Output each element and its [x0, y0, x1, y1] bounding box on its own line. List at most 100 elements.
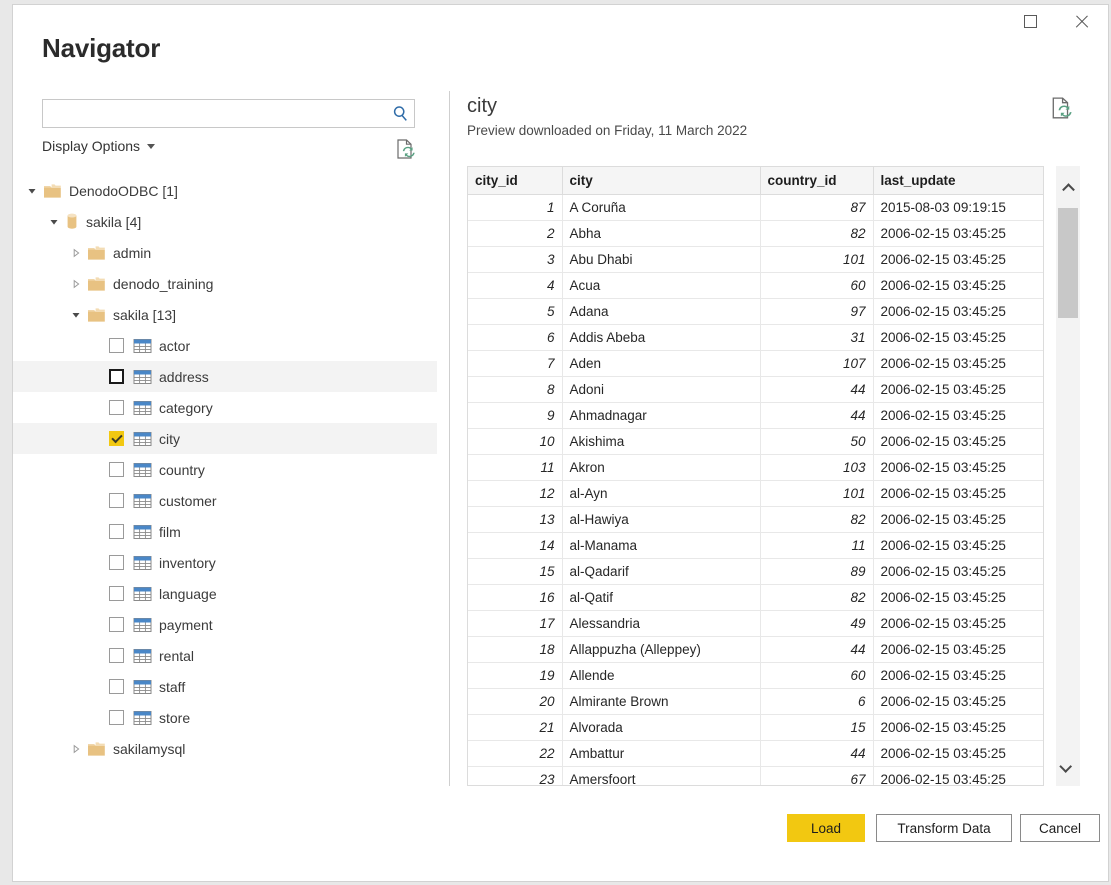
- tree-item-checkbox[interactable]: [109, 369, 124, 384]
- table-row[interactable]: 1A Coruña872015-08-03 09:19:15: [468, 194, 1043, 220]
- table-row[interactable]: 20Almirante Brown62006-02-15 03:45:25: [468, 688, 1043, 714]
- tree-item-denodoodbc[interactable]: DenodoODBC [1]: [13, 175, 437, 206]
- search-input[interactable]: [43, 100, 386, 127]
- tree-item-payment[interactable]: payment: [13, 609, 437, 640]
- table-row[interactable]: 17Alessandria492006-02-15 03:45:25: [468, 610, 1043, 636]
- table-icon: [133, 400, 152, 416]
- table-row[interactable]: 7Aden1072006-02-15 03:45:25: [468, 350, 1043, 376]
- tree-item-admin[interactable]: admin: [13, 237, 437, 268]
- table-row[interactable]: 23Amersfoort672006-02-15 03:45:25: [468, 766, 1043, 786]
- column-header-city[interactable]: city: [562, 167, 760, 194]
- table-icon: [133, 679, 152, 695]
- tree-item-label: payment: [159, 617, 213, 633]
- cell-city: Acua: [562, 272, 760, 298]
- folder-icon: [87, 276, 106, 292]
- cell-last_update: 2006-02-15 03:45:25: [873, 584, 1043, 610]
- expander-expanded-icon[interactable]: [43, 217, 65, 227]
- search-icon[interactable]: [386, 105, 414, 122]
- cell-city: Allappuzha (Alleppey): [562, 636, 760, 662]
- table-row[interactable]: 9Ahmadnagar442006-02-15 03:45:25: [468, 402, 1043, 428]
- scrollbar-thumb[interactable]: [1058, 208, 1078, 318]
- column-header-city_id[interactable]: city_id: [468, 167, 562, 194]
- tree-item-film[interactable]: film: [13, 516, 437, 547]
- tree-item-checkbox[interactable]: [109, 493, 124, 508]
- tree-item-checkbox[interactable]: [109, 710, 124, 725]
- tree-item-label: staff: [159, 679, 185, 695]
- table-icon: [133, 524, 152, 540]
- cell-city_id: 11: [468, 454, 562, 480]
- table-row[interactable]: 10Akishima502006-02-15 03:45:25: [468, 428, 1043, 454]
- tree-item-checkbox[interactable]: [109, 400, 124, 415]
- tree-item-checkbox[interactable]: [109, 524, 124, 539]
- tree-item-country[interactable]: country: [13, 454, 437, 485]
- tree-item-city[interactable]: city: [13, 423, 437, 454]
- maximize-button[interactable]: [1007, 5, 1053, 37]
- table-row[interactable]: 5Adana972006-02-15 03:45:25: [468, 298, 1043, 324]
- cancel-button[interactable]: Cancel: [1020, 814, 1100, 842]
- tree-item-customer[interactable]: customer: [13, 485, 437, 516]
- cell-city: al-Hawiya: [562, 506, 760, 532]
- tree-item-sakila[interactable]: sakila [4]: [13, 206, 437, 237]
- expander-expanded-icon[interactable]: [21, 186, 43, 196]
- tree-item-category[interactable]: category: [13, 392, 437, 423]
- table-row[interactable]: 22Ambattur442006-02-15 03:45:25: [468, 740, 1043, 766]
- table-row[interactable]: 2Abha822006-02-15 03:45:25: [468, 220, 1043, 246]
- cell-last_update: 2006-02-15 03:45:25: [873, 272, 1043, 298]
- tree-item-checkbox[interactable]: [109, 462, 124, 477]
- expander-collapsed-icon[interactable]: [65, 279, 87, 289]
- tree-item-rental[interactable]: rental: [13, 640, 437, 671]
- expander-collapsed-icon[interactable]: [65, 248, 87, 258]
- table-row[interactable]: 19Allende602006-02-15 03:45:25: [468, 662, 1043, 688]
- tree-item-inventory[interactable]: inventory: [13, 547, 437, 578]
- cell-country_id: 97: [760, 298, 873, 324]
- tree-item-checkbox[interactable]: [109, 431, 124, 446]
- tree-item-label: city: [159, 431, 180, 447]
- refresh-document-icon[interactable]: [396, 139, 415, 165]
- cell-country_id: 87: [760, 194, 873, 220]
- table-row[interactable]: 15al-Qadarif892006-02-15 03:45:25: [468, 558, 1043, 584]
- tree-item-checkbox[interactable]: [109, 586, 124, 601]
- tree-item-checkbox[interactable]: [109, 679, 124, 694]
- table-row[interactable]: 8Adoni442006-02-15 03:45:25: [468, 376, 1043, 402]
- tree-item-checkbox[interactable]: [109, 338, 124, 353]
- cell-country_id: 67: [760, 766, 873, 786]
- table-row[interactable]: 14al-Manama112006-02-15 03:45:25: [468, 532, 1043, 558]
- tree-item-checkbox[interactable]: [109, 617, 124, 632]
- tree-item-actor[interactable]: actor: [13, 330, 437, 361]
- table-row[interactable]: 21Alvorada152006-02-15 03:45:25: [468, 714, 1043, 740]
- tree-item-address[interactable]: address: [13, 361, 437, 392]
- table-row[interactable]: 4Acua602006-02-15 03:45:25: [468, 272, 1043, 298]
- search-box[interactable]: [42, 99, 415, 128]
- tree-item-store[interactable]: store: [13, 702, 437, 733]
- table-row[interactable]: 18Allappuzha (Alleppey)442006-02-15 03:4…: [468, 636, 1043, 662]
- preview-vertical-scrollbar[interactable]: [1056, 166, 1080, 786]
- tree-item-language[interactable]: language: [13, 578, 437, 609]
- table-row[interactable]: 13al-Hawiya822006-02-15 03:45:25: [468, 506, 1043, 532]
- table-row[interactable]: 11Akron1032006-02-15 03:45:25: [468, 454, 1043, 480]
- cell-city_id: 13: [468, 506, 562, 532]
- tree-item-staff[interactable]: staff: [13, 671, 437, 702]
- scroll-up-button[interactable]: [1056, 180, 1080, 204]
- tree-item-denodo_training[interactable]: denodo_training: [13, 268, 437, 299]
- tree-item-sakila[interactable]: sakila [13]: [13, 299, 437, 330]
- display-options-button[interactable]: Display Options: [42, 138, 155, 154]
- table-row[interactable]: 16al-Qatif822006-02-15 03:45:25: [468, 584, 1043, 610]
- table-row[interactable]: 12al-Ayn1012006-02-15 03:45:25: [468, 480, 1043, 506]
- column-header-country_id[interactable]: country_id: [760, 167, 873, 194]
- column-header-last_update[interactable]: last_update: [873, 167, 1043, 194]
- cell-country_id: 60: [760, 272, 873, 298]
- expander-expanded-icon[interactable]: [65, 310, 87, 320]
- tree-item-checkbox[interactable]: [109, 648, 124, 663]
- cell-city_id: 18: [468, 636, 562, 662]
- table-row[interactable]: 6Addis Abeba312006-02-15 03:45:25: [468, 324, 1043, 350]
- refresh-document-icon[interactable]: [1051, 97, 1072, 125]
- scroll-down-button[interactable]: [1056, 754, 1080, 778]
- expander-collapsed-icon[interactable]: [65, 744, 87, 754]
- source-tree[interactable]: DenodoODBC [1]sakila [4]admindenodo_trai…: [13, 175, 437, 786]
- load-button[interactable]: Load: [787, 814, 865, 842]
- tree-item-sakilamysql[interactable]: sakilamysql: [13, 733, 437, 764]
- close-button[interactable]: [1058, 5, 1104, 37]
- transform-data-button[interactable]: Transform Data: [876, 814, 1012, 842]
- table-row[interactable]: 3Abu Dhabi1012006-02-15 03:45:25: [468, 246, 1043, 272]
- tree-item-checkbox[interactable]: [109, 555, 124, 570]
